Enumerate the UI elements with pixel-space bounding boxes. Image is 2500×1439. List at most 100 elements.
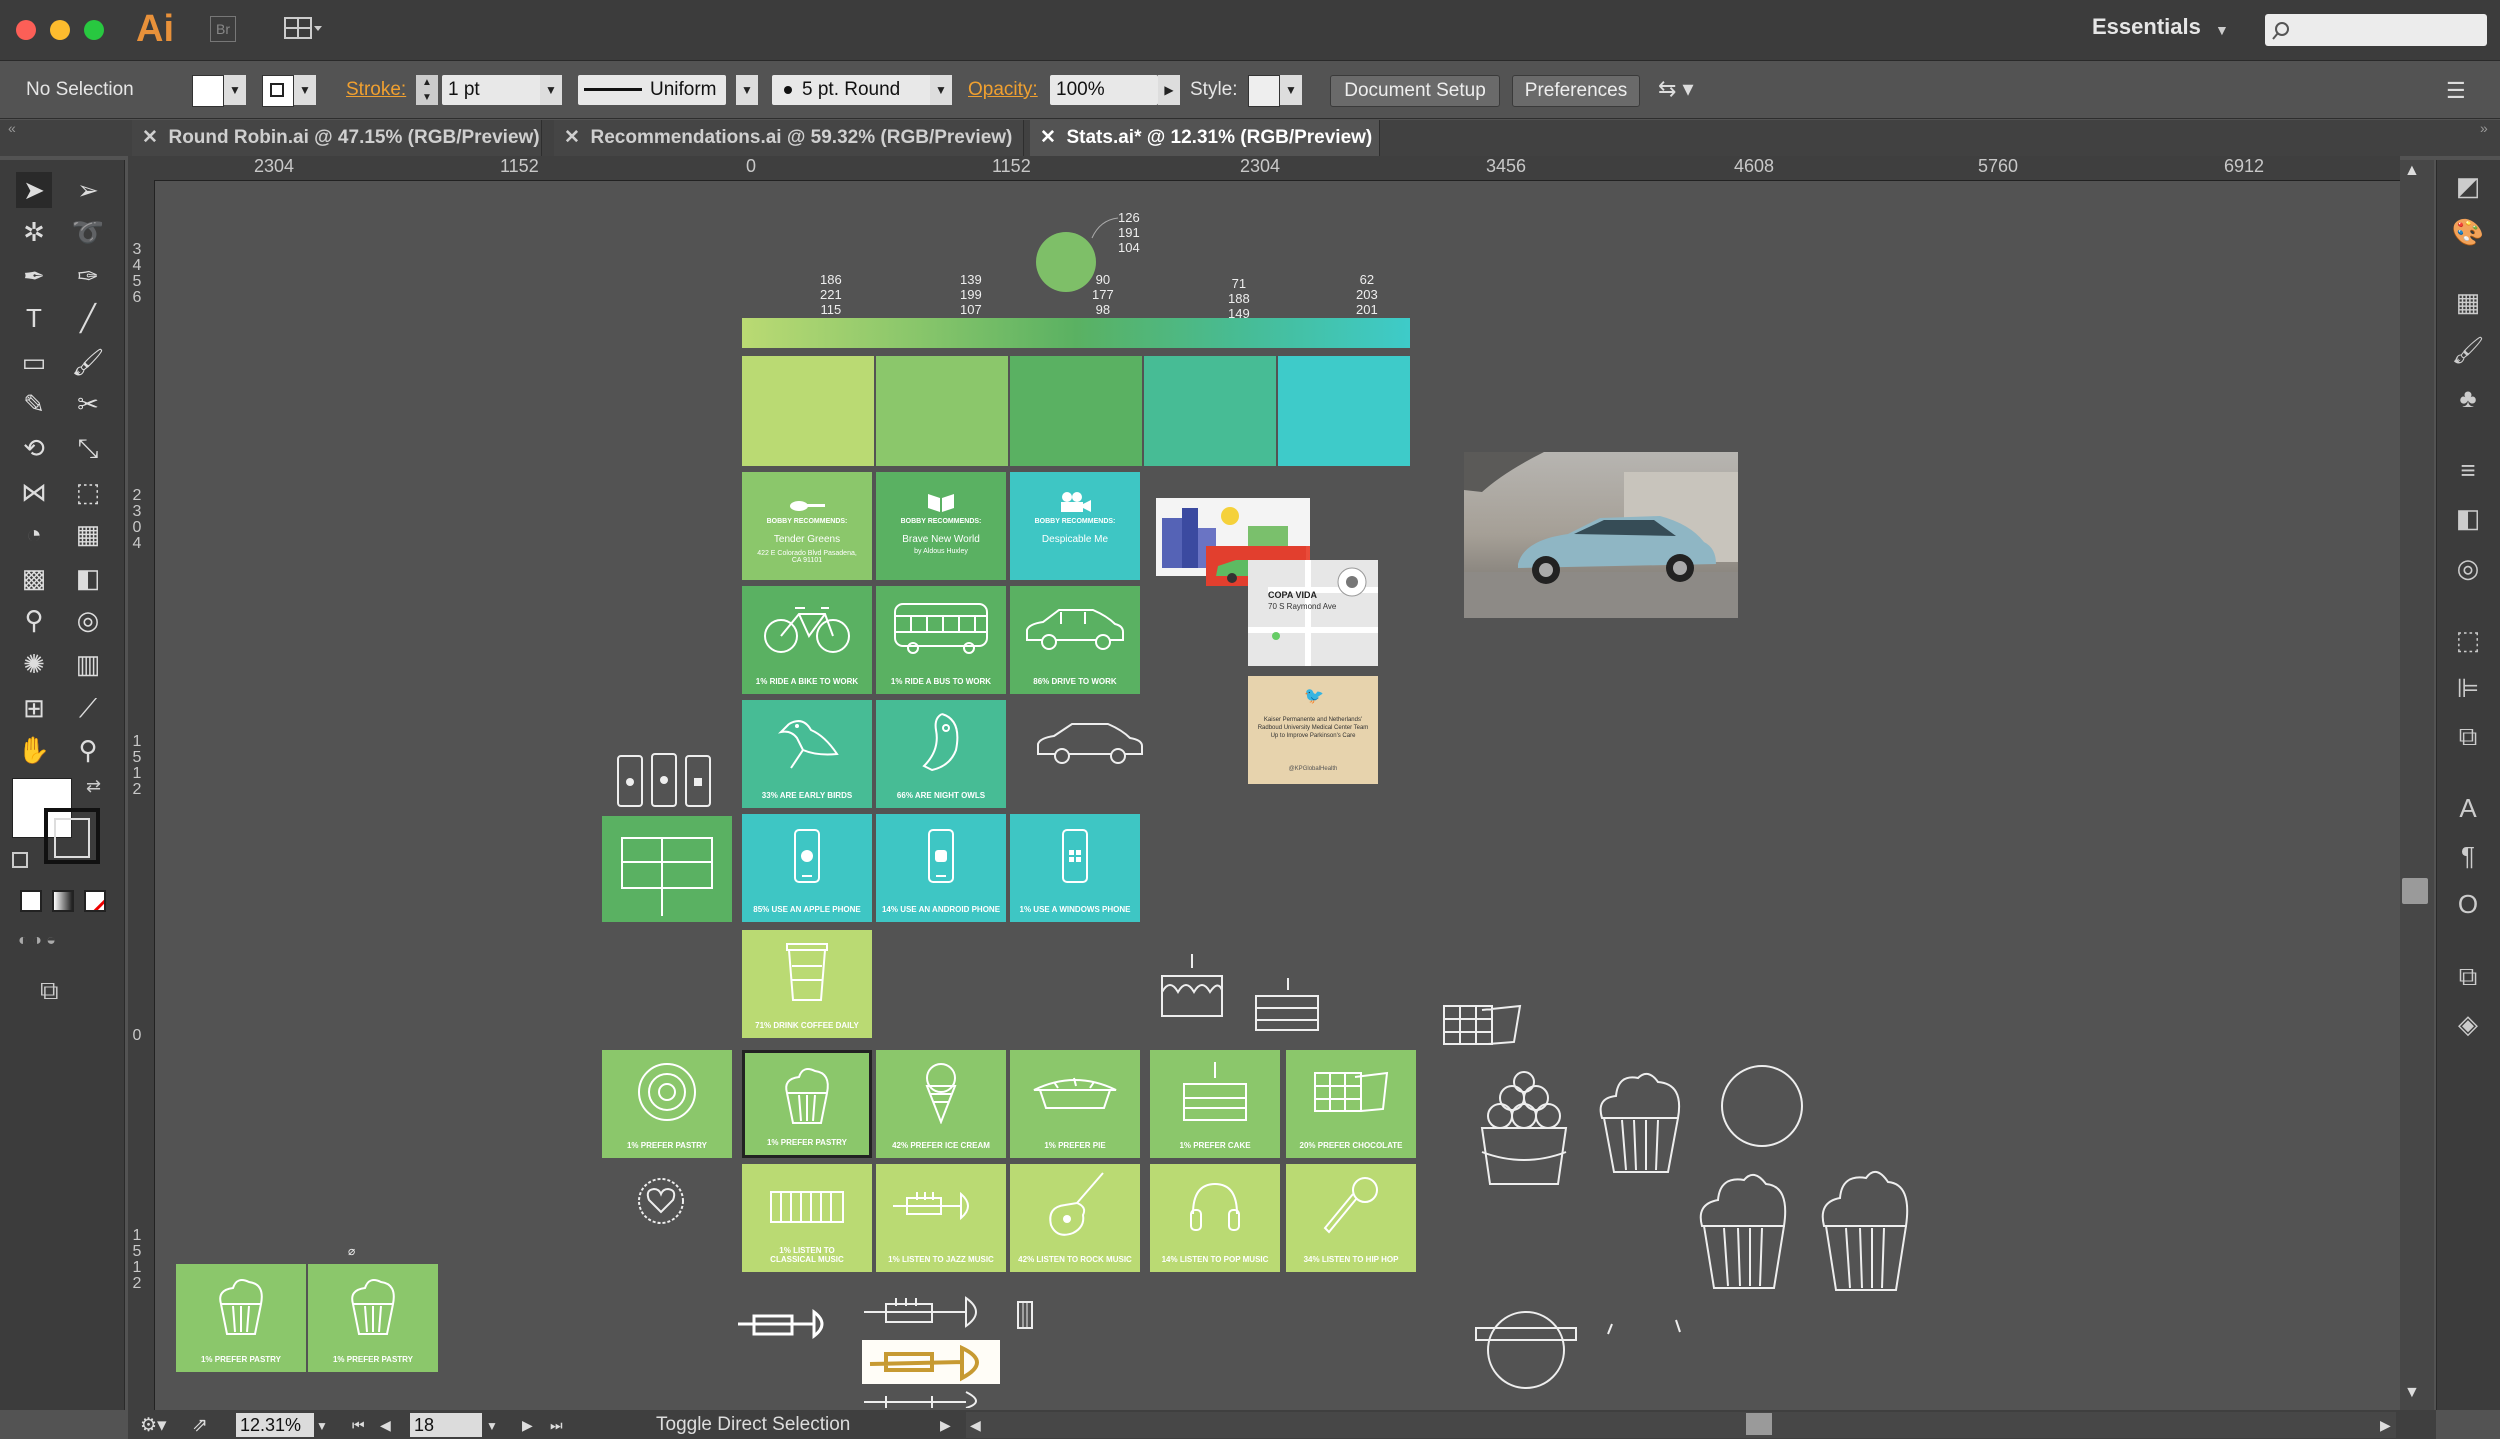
profile-dropdown[interactable]: ▼ xyxy=(736,75,758,105)
gradient-tool-icon[interactable]: ◧ xyxy=(70,560,106,596)
trumpet-outline-icon[interactable] xyxy=(736,1306,846,1344)
close-icon[interactable]: ✕ xyxy=(142,127,168,148)
opacity-dropdown[interactable]: ▶ xyxy=(1158,75,1180,105)
artboard-tool-icon[interactable]: ⊞ xyxy=(16,690,52,726)
panel-menu-icon[interactable]: ☰ xyxy=(2446,78,2466,104)
heart-icon[interactable] xyxy=(636,1176,686,1226)
expand-panel-icon[interactable]: » xyxy=(2480,120,2488,136)
lasso-tool-icon[interactable]: ➰ xyxy=(70,214,106,250)
opacity-label[interactable]: Opacity: xyxy=(968,79,1038,101)
stat-tile[interactable]: 85% USE AN APPLE PHONE xyxy=(742,814,872,922)
zoom-dropdown[interactable]: ▼ xyxy=(316,1419,328,1433)
stat-tile[interactable]: 1% PREFER CAKE xyxy=(1150,1050,1280,1158)
cake-outline-icon[interactable] xyxy=(1158,952,1226,1020)
vertical-scrollbar[interactable] xyxy=(2400,160,2434,1410)
eyedropper-tool-icon[interactable]: ⚲ xyxy=(16,602,52,638)
symbol-sprayer-tool-icon[interactable]: ✺ xyxy=(16,646,52,682)
stat-tile[interactable]: 1% PREFER PASTRY xyxy=(308,1264,438,1372)
phones-outline-icon[interactable] xyxy=(614,752,716,810)
artboard-dropdown[interactable]: ▼ xyxy=(486,1419,498,1433)
default-colors-icon[interactable] xyxy=(12,852,28,868)
horizontal-scroll-thumb[interactable] xyxy=(1746,1413,1772,1435)
stat-tile[interactable]: 1% LISTEN TO CLASSICAL MUSIC xyxy=(742,1164,872,1272)
blend-tool-icon[interactable]: ◎ xyxy=(70,602,106,638)
zoom-window-button[interactable] xyxy=(84,20,104,40)
last-artboard-button[interactable]: ⏭ xyxy=(550,1417,563,1434)
slice-tool-icon[interactable]: ⟋ xyxy=(70,690,106,726)
scroll-left-icon[interactable]: ◀ xyxy=(970,1417,981,1434)
symbols-icon[interactable]: ♣ xyxy=(2448,380,2488,416)
artboards-icon[interactable]: ⧉ xyxy=(2448,958,2488,994)
stat-tile[interactable]: 1% LISTEN TO JAZZ MUSIC xyxy=(876,1164,1006,1272)
scroll-up-icon[interactable]: ▲ xyxy=(2404,162,2420,180)
color-panel-icon[interactable]: 🎨 xyxy=(2448,214,2488,250)
swatch-tile[interactable] xyxy=(742,356,874,466)
previous-artboard-button[interactable]: ◀ xyxy=(380,1417,391,1434)
column-graph-tool-icon[interactable]: ▥ xyxy=(70,646,106,682)
stat-tile[interactable]: 1% PREFER PASTRY xyxy=(602,1050,732,1158)
stat-tile[interactable]: 33% ARE EARLY BIRDS xyxy=(742,700,872,808)
horizontal-scrollbar[interactable] xyxy=(966,1412,2396,1438)
color-mode-icon[interactable] xyxy=(20,890,42,912)
zoom-tool-icon[interactable]: ⚲ xyxy=(70,732,106,768)
stat-tile[interactable]: 34% LISTEN TO HIP HOP xyxy=(1286,1164,1416,1272)
graphic-style-swatch[interactable] xyxy=(1248,75,1280,107)
artboard-tile[interactable] xyxy=(602,816,732,922)
opacity-field[interactable]: 100% xyxy=(1050,75,1158,105)
cupcake-stack-outline-icon[interactable] xyxy=(1478,1068,1570,1188)
swap-colors-icon[interactable]: ⇄ xyxy=(86,776,101,797)
first-artboard-button[interactable]: ⏮ xyxy=(352,1417,365,1434)
stat-tile[interactable]: 42% LISTEN TO ROCK MUSIC xyxy=(1010,1164,1140,1272)
brush-definition[interactable]: 5 pt. Round xyxy=(772,75,946,105)
fill-dropdown[interactable]: ▼ xyxy=(224,75,246,105)
paintbrush-tool-icon[interactable]: 🖌 xyxy=(70,344,106,380)
stat-tile[interactable]: 86% DRIVE TO WORK xyxy=(1010,586,1140,694)
close-window-button[interactable] xyxy=(16,20,36,40)
pencil-tool-icon[interactable]: ✎ xyxy=(16,386,52,422)
sample-circle[interactable] xyxy=(1036,232,1096,292)
cupcake-outline-icon[interactable] xyxy=(1818,1164,1914,1292)
rotate-tool-icon[interactable]: ⟲ xyxy=(16,430,52,466)
cupcake-outline-icon[interactable] xyxy=(1696,1168,1792,1290)
collapse-panel-icon[interactable]: « xyxy=(8,120,16,136)
stroke-swatch[interactable] xyxy=(262,75,294,107)
drawing-modes-icon[interactable]: ◐ ◑ ◒ xyxy=(18,932,104,956)
variable-width-profile[interactable]: Uniform xyxy=(578,75,726,105)
artboard-number-field[interactable]: 18 xyxy=(410,1413,482,1437)
screen-mode-icon[interactable]: ⧉ xyxy=(40,975,59,1007)
layers-icon[interactable]: ◈ xyxy=(2448,1006,2488,1042)
gpu-icon[interactable]: ⚙▾ xyxy=(140,1414,167,1437)
car-outline-icon[interactable] xyxy=(1034,716,1148,766)
rectangle-tool-icon[interactable]: ▭ xyxy=(16,344,52,380)
status-menu-icon[interactable]: ▶ xyxy=(940,1417,951,1434)
search-input[interactable] xyxy=(2265,14,2487,46)
stroke-panel-icon[interactable]: ≡ xyxy=(2448,452,2488,488)
character-icon[interactable]: A xyxy=(2448,790,2488,826)
fill-swatch[interactable] xyxy=(192,75,224,107)
swatches-icon[interactable]: ▦ xyxy=(2448,284,2488,320)
arrange-icon[interactable]: ⇆ ▾ xyxy=(1658,76,1694,102)
stroke-weight-field[interactable]: 1 pt xyxy=(442,75,542,105)
vertical-scroll-thumb[interactable] xyxy=(2402,878,2428,904)
paragraph-icon[interactable]: ¶ xyxy=(2448,838,2488,874)
transparency-icon[interactable]: ◎ xyxy=(2448,550,2488,586)
recommendation-tile[interactable]: BOBBY RECOMMENDS: Tender Greens 422 E Co… xyxy=(742,472,872,580)
tab-round-robin[interactable]: ✕ Round Robin.ai @ 47.15% (RGB/Preview) xyxy=(132,120,542,156)
workspace-switcher[interactable]: Essentials xyxy=(2092,14,2201,40)
mesh-tool-icon[interactable]: ▩ xyxy=(16,560,52,596)
tab-recommendations[interactable]: ✕ Recommendations.ai @ 59.32% (RGB/Previ… xyxy=(554,120,1024,156)
stroke-label[interactable]: Stroke: xyxy=(346,79,406,101)
stat-tile[interactable]: 71% DRINK COFFEE DAILY xyxy=(742,930,872,1038)
scroll-right-icon[interactable]: ▶ xyxy=(2380,1417,2391,1434)
align-icon[interactable]: ⊫ xyxy=(2448,670,2488,706)
color-guide-icon[interactable]: ◩ xyxy=(2448,168,2488,204)
direct-selection-tool-icon[interactable]: ➢ xyxy=(70,172,106,208)
chocolate-bar-outline-icon[interactable] xyxy=(1442,1002,1524,1046)
brushes-icon[interactable]: 🖌 xyxy=(2448,332,2488,368)
car-photo[interactable] xyxy=(1464,452,1738,618)
selection-tool-icon[interactable]: ➤ xyxy=(16,172,52,208)
stroke-dropdown[interactable]: ▼ xyxy=(294,75,316,105)
map-card[interactable]: COPA VIDA 70 S Raymond Ave xyxy=(1248,560,1378,666)
recommendation-tile[interactable]: BOBBY RECOMMENDS: Brave New World by Ald… xyxy=(876,472,1006,580)
scale-tool-icon[interactable]: ⤡ xyxy=(70,430,106,466)
